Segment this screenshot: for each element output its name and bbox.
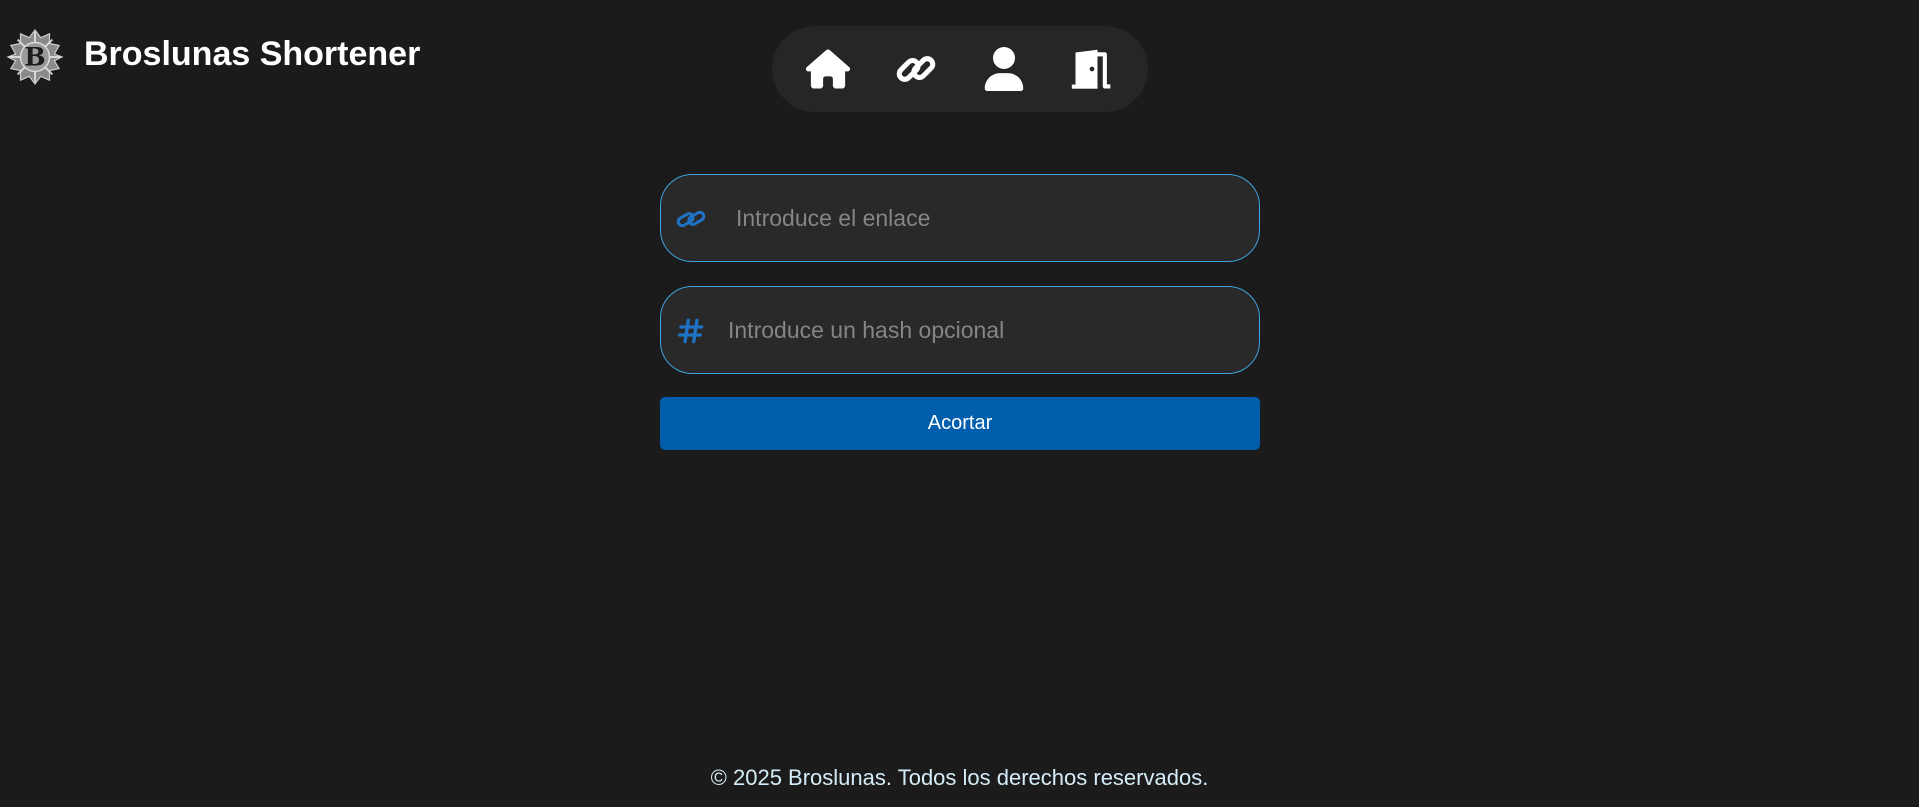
nav-links-button[interactable]	[892, 45, 940, 93]
main-nav	[772, 26, 1148, 112]
user-icon	[984, 47, 1024, 91]
url-field-wrapper	[660, 174, 1260, 262]
hash-input[interactable]	[728, 287, 1239, 373]
hash-field-wrapper	[660, 286, 1260, 374]
nav-logout-button[interactable]	[1068, 45, 1116, 93]
shorten-form: Acortar	[660, 174, 1260, 450]
footer-copyright: © 2025 Broslunas. Todos los derechos res…	[710, 765, 1209, 790]
link-icon	[896, 56, 936, 82]
logo-letter: B	[24, 42, 45, 72]
nav-profile-button[interactable]	[980, 45, 1028, 93]
brand[interactable]: B Broslunas Shortener	[6, 27, 420, 87]
link-icon	[676, 210, 706, 228]
home-icon	[806, 49, 850, 89]
broslunas-logo-icon: B	[6, 28, 64, 86]
shorten-button[interactable]: Acortar	[660, 397, 1260, 450]
nav-home-button[interactable]	[804, 45, 852, 93]
brand-title: Broslunas Shortener	[84, 35, 421, 73]
url-input[interactable]	[736, 175, 1239, 261]
door-exit-icon	[1071, 49, 1111, 89]
hash-icon	[678, 318, 704, 344]
